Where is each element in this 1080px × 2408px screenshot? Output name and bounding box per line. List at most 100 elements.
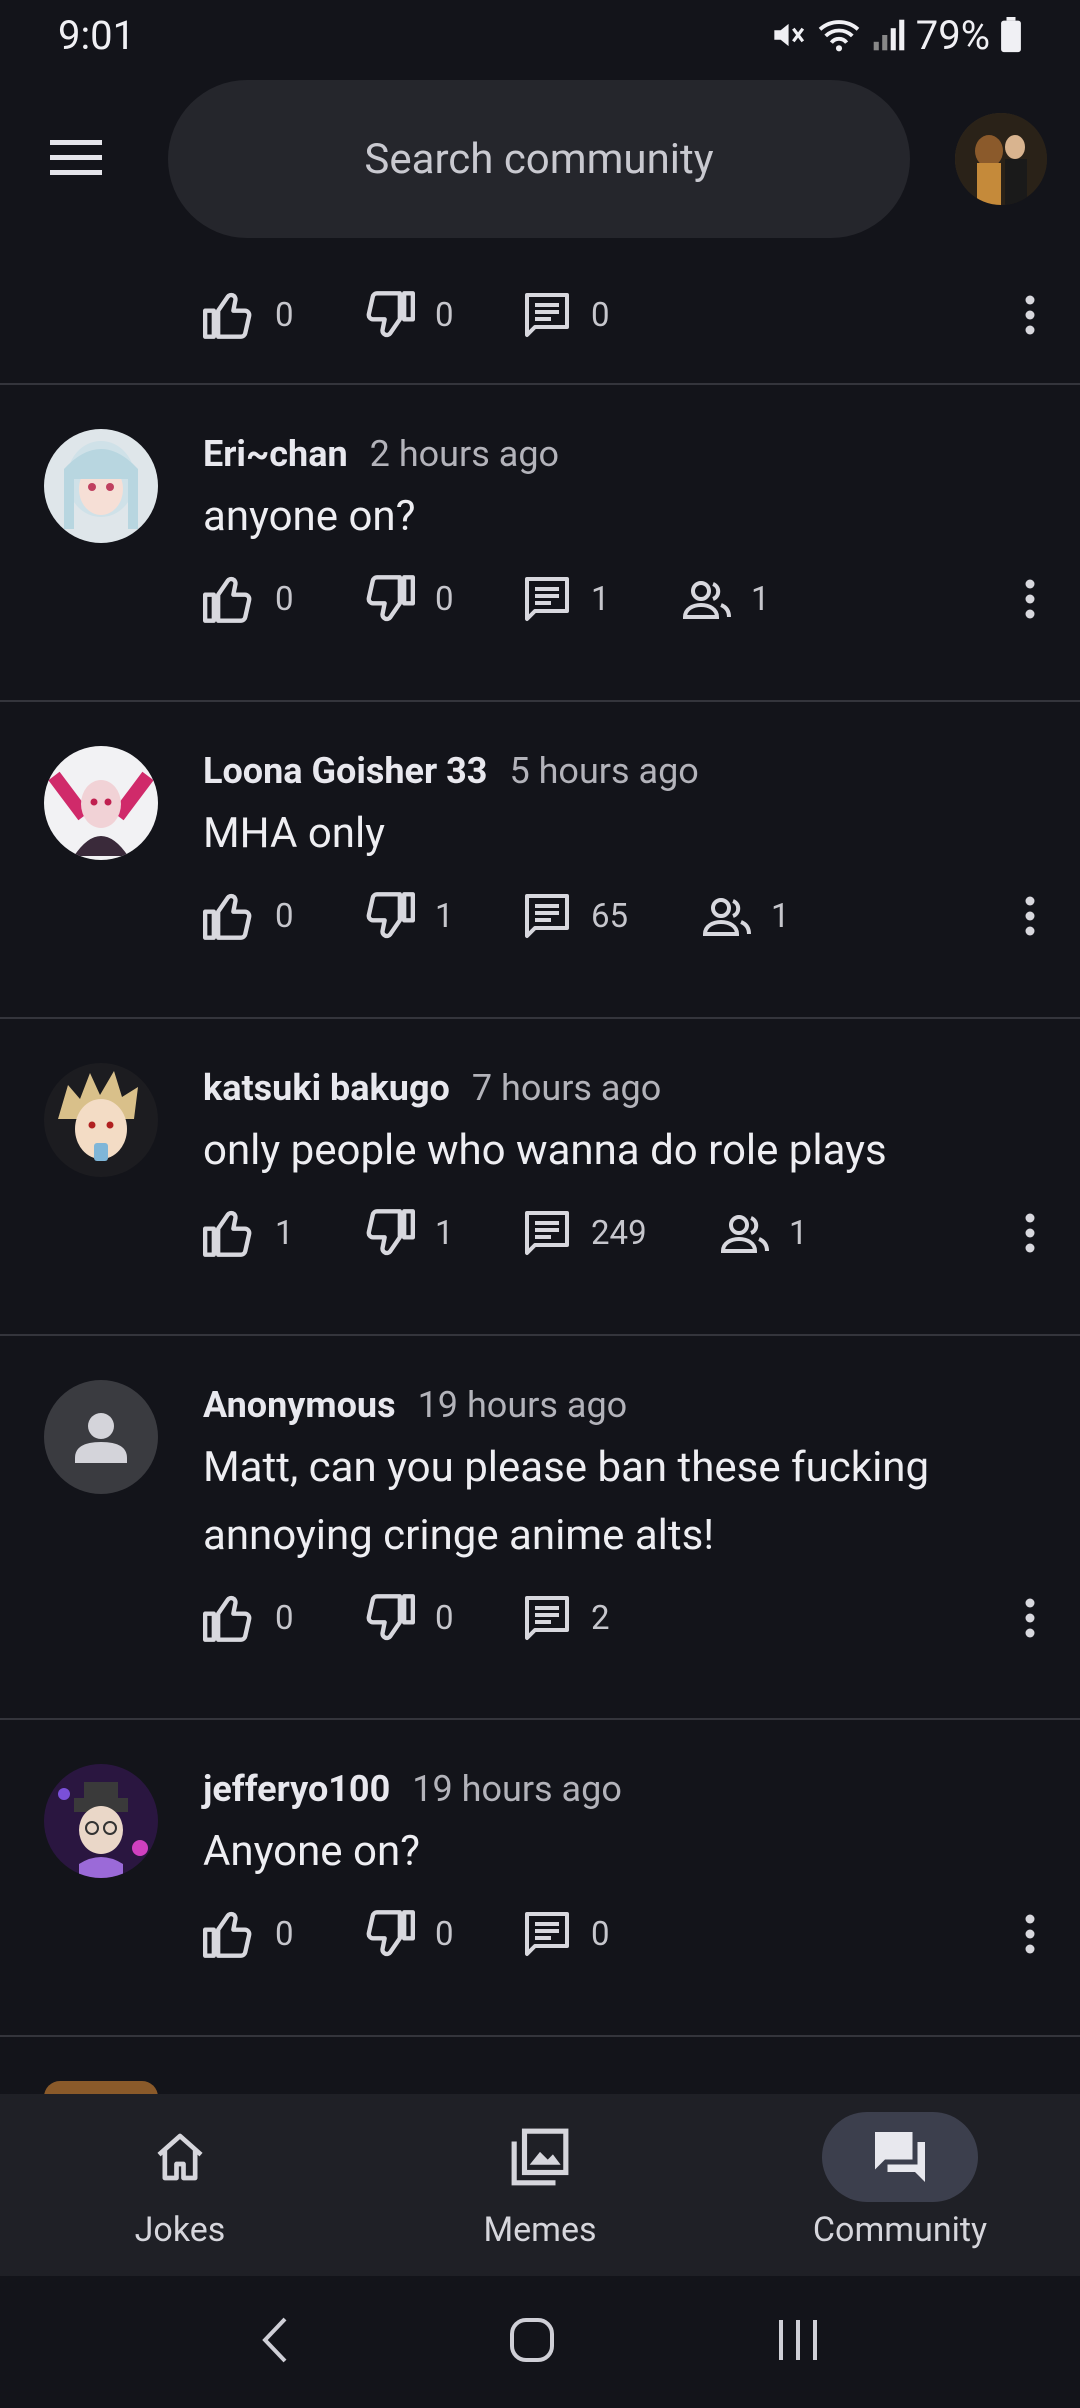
more-vert-icon (1025, 1213, 1035, 1253)
dislike-count: 1 (435, 896, 454, 936)
avatar[interactable] (44, 1764, 158, 1878)
participants-button[interactable]: 1 (703, 896, 790, 936)
comment-icon (525, 577, 569, 621)
post-item[interactable]: jefferyo100 19 hours ago Anyone on? 0 0 … (0, 1720, 1080, 2035)
post-header: katsuki bakugo 7 hours ago (203, 1067, 661, 1109)
search-input[interactable]: Search community (168, 80, 910, 238)
avatar[interactable] (44, 746, 158, 860)
system-navigation-bar (0, 2276, 1080, 2408)
post-item[interactable]: Loona Goisher 33 5 hours ago MHA only 0 … (0, 702, 1080, 1017)
participants-button[interactable]: 1 (683, 579, 770, 619)
post-time: 5 hours ago (509, 750, 699, 792)
signal-icon (872, 18, 906, 52)
avatar[interactable] (44, 1063, 158, 1177)
more-options-button[interactable] (1008, 886, 1052, 946)
mute-icon (768, 16, 806, 54)
like-button[interactable]: 1 (203, 1209, 363, 1257)
avatar[interactable] (44, 429, 158, 543)
dislike-button[interactable]: 0 (363, 1594, 523, 1642)
participant-count: 1 (751, 579, 770, 619)
more-options-button[interactable] (1008, 1203, 1052, 1263)
comment-icon (525, 1912, 569, 1956)
dislike-button[interactable]: 0 (363, 1910, 523, 1958)
recents-button[interactable] (259, 2315, 289, 2369)
post-time: 19 hours ago (417, 1384, 628, 1426)
thumb-up-icon (203, 292, 252, 339)
nav-label: Jokes (134, 2210, 226, 2250)
dislike-button[interactable]: 1 (363, 1209, 523, 1257)
post-item[interactable]: Eri~chan 2 hours ago anyone on? 0 0 1 1 (0, 385, 1080, 700)
thumb-down-icon (366, 291, 415, 338)
post-text: anyone on? (203, 492, 416, 541)
nav-community[interactable]: Community (720, 2094, 1080, 2276)
like-count: 1 (275, 1213, 294, 1253)
nav-memes[interactable]: Memes (360, 2094, 720, 2276)
avatar[interactable] (44, 1380, 158, 1494)
author-name[interactable]: jefferyo100 (203, 1768, 390, 1810)
menu-button[interactable] (50, 136, 106, 180)
dislike-button[interactable]: 1 (363, 892, 523, 940)
community-feed[interactable]: 0 0 0 Eri~chan 2 hours ago anyone on? 0 … (0, 240, 1080, 2097)
dislike-count: 0 (435, 295, 454, 335)
like-button[interactable]: 0 (203, 1910, 363, 1958)
post-actions: 0 0 0 (203, 285, 610, 345)
forum-icon (875, 2132, 925, 2182)
thumb-up-icon (203, 1210, 252, 1257)
post-header: Eri~chan 2 hours ago (203, 433, 559, 475)
comment-button[interactable]: 249 (523, 1209, 721, 1257)
comment-count: 0 (591, 1914, 610, 1954)
dislike-button[interactable]: 0 (363, 291, 523, 339)
more-options-button[interactable] (1008, 569, 1052, 629)
comment-button[interactable]: 65 (523, 892, 703, 940)
like-button[interactable]: 0 (203, 892, 363, 940)
back-button[interactable] (775, 2318, 821, 2366)
thumb-down-icon (366, 575, 415, 622)
more-vert-icon (1025, 295, 1035, 335)
comment-button[interactable]: 1 (523, 575, 683, 623)
thumb-up-icon (203, 1595, 252, 1642)
author-name[interactable]: Anonymous (203, 1384, 396, 1426)
partial-post: 0 0 0 (0, 240, 1080, 383)
comment-count: 1 (591, 579, 610, 619)
home-icon (157, 2133, 203, 2181)
participant-count: 1 (771, 896, 790, 936)
like-count: 0 (275, 1914, 294, 1954)
post-header: Loona Goisher 33 5 hours ago (203, 750, 699, 792)
more-vert-icon (1025, 579, 1035, 619)
comment-count: 2 (591, 1598, 610, 1638)
profile-avatar[interactable] (955, 113, 1047, 205)
participants-button[interactable]: 1 (721, 1213, 808, 1253)
dislike-count: 0 (435, 1598, 454, 1638)
author-name[interactable]: katsuki bakugo (203, 1067, 450, 1109)
post-item[interactable]: katsuki bakugo 7 hours ago only people w… (0, 1019, 1080, 1334)
author-name[interactable]: Loona Goisher 33 (203, 750, 487, 792)
like-button[interactable]: 0 (203, 1594, 363, 1642)
nav-jokes[interactable]: Jokes (0, 2094, 360, 2276)
status-time: 9:01 (58, 11, 136, 59)
comment-icon (525, 894, 569, 938)
home-button[interactable] (508, 2316, 556, 2368)
post-actions: 0 0 1 1 (203, 569, 770, 629)
post-header: Anonymous 19 hours ago (203, 1384, 627, 1426)
more-options-button[interactable] (1008, 1904, 1052, 1964)
wifi-icon (816, 16, 862, 54)
author-name[interactable]: Eri~chan (203, 433, 348, 475)
comment-icon (525, 1596, 569, 1640)
more-options-button[interactable] (1008, 1588, 1052, 1648)
thumb-down-icon (366, 892, 415, 939)
comment-button[interactable]: 0 (523, 1910, 610, 1958)
post-actions: 1 1 249 1 (203, 1203, 808, 1263)
hamburger-icon (50, 140, 102, 175)
post-item[interactable]: Anonymous 19 hours ago Matt, can you ple… (0, 1336, 1080, 1718)
comment-count: 65 (591, 896, 629, 936)
like-button[interactable]: 0 (203, 575, 363, 623)
app-header: Search community (0, 80, 1080, 240)
nav-label: Memes (483, 2210, 597, 2250)
battery-icon (1000, 17, 1022, 53)
comment-button[interactable]: 2 (523, 1594, 610, 1642)
battery-level: 79% (915, 11, 990, 59)
comment-button[interactable]: 0 (523, 291, 610, 339)
dislike-button[interactable]: 0 (363, 575, 523, 623)
more-options-button[interactable] (1008, 285, 1052, 345)
like-button[interactable]: 0 (203, 291, 363, 339)
